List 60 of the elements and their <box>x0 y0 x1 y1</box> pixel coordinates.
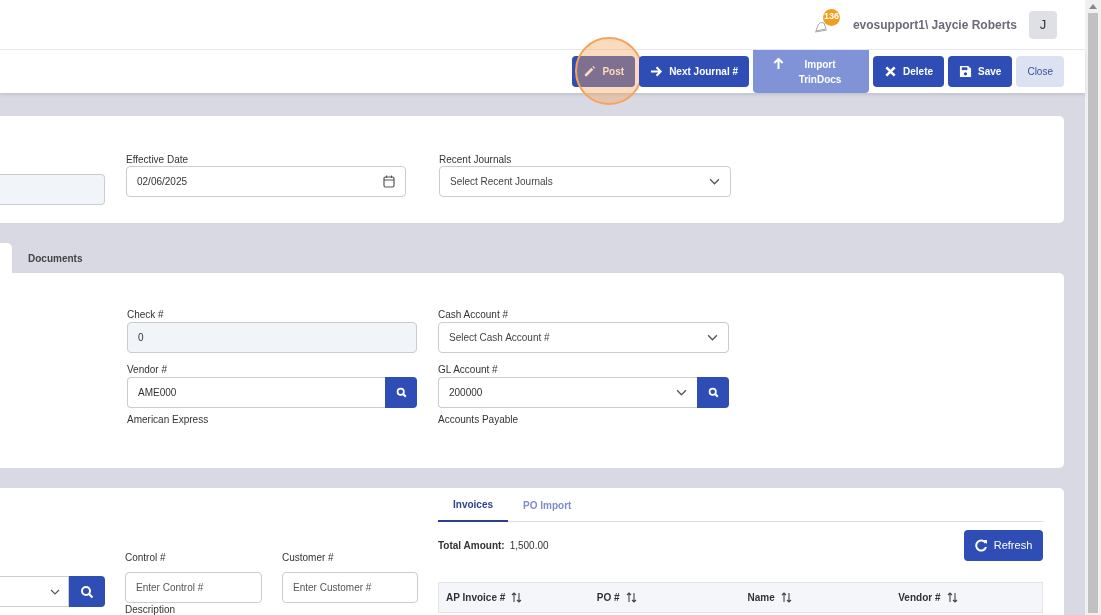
scrollbar-thumb[interactable] <box>1088 13 1098 613</box>
arrow-up-icon <box>772 56 786 70</box>
scroll-up-icon[interactable] <box>1089 4 1097 9</box>
search-button[interactable] <box>69 576 105 607</box>
field-label: Control # <box>125 551 167 564</box>
avatar-button[interactable]: J <box>1029 10 1057 39</box>
refresh-button[interactable]: Refresh <box>964 530 1043 561</box>
select-field[interactable]: Select Cash Account # <box>438 322 729 353</box>
notification-badge: 136 <box>822 8 840 26</box>
field-caption: Accounts Payable <box>438 413 520 426</box>
chevron-down-icon <box>50 588 60 595</box>
select-field[interactable]: Select Recent Journals <box>439 166 731 197</box>
total-value: 1,500.00 <box>509 539 549 553</box>
chevron-down-icon <box>707 334 718 341</box>
input-field[interactable]: Enter Customer # <box>282 572 418 603</box>
column-header[interactable]: Vendor # <box>891 590 1042 605</box>
search-icon <box>395 387 407 398</box>
search-icon <box>707 387 719 398</box>
sort-icon[interactable] <box>780 592 792 603</box>
field-label: Vendor # <box>127 363 169 377</box>
sort-icon[interactable] <box>946 592 958 603</box>
save-button[interactable]: Save <box>948 56 1013 87</box>
field-label: Description <box>125 605 177 615</box>
tab[interactable]: Documents <box>12 243 99 273</box>
select-field[interactable]: 200000 <box>438 377 697 408</box>
search-button[interactable] <box>385 377 417 408</box>
refresh-icon <box>974 539 988 552</box>
chevron-down-icon <box>709 178 720 185</box>
close-button[interactable]: Close <box>1016 56 1064 87</box>
delete-button[interactable]: Delete <box>873 56 945 87</box>
input-field[interactable]: 0 <box>127 322 417 353</box>
calendar-icon[interactable] <box>383 175 395 188</box>
total-label: Total Amount: <box>438 539 505 553</box>
pencil-icon <box>583 65 597 78</box>
field-label: Cash Account # <box>438 308 510 322</box>
field-caption: American Express <box>127 413 210 426</box>
sort-icon[interactable] <box>625 592 637 603</box>
search-icon <box>80 584 94 599</box>
field-label: Recent Journals <box>439 153 513 166</box>
field-label: Customer # <box>282 551 335 564</box>
post-button[interactable]: Post <box>572 56 636 87</box>
next-journal-button[interactable]: Next Journal # <box>639 56 750 87</box>
arrow-right-icon <box>650 65 664 78</box>
field-label: GL Account # <box>438 363 499 377</box>
close-icon <box>884 65 898 78</box>
input-field[interactable]: Enter Control # <box>125 572 262 603</box>
column-header[interactable]: AP Invoice # <box>439 590 590 605</box>
input-field[interactable]: AME000 <box>127 377 385 408</box>
column-header[interactable]: PO # <box>589 590 741 605</box>
chevron-down-icon <box>676 389 687 396</box>
scrollbar[interactable] <box>1085 0 1101 615</box>
sort-icon[interactable] <box>511 592 523 603</box>
column-header[interactable]: Name <box>740 590 892 605</box>
tab[interactable]: Invoices <box>438 488 509 522</box>
user-name[interactable]: evosupport1\ Jaycie Roberts <box>852 15 1017 34</box>
field-label: Effective Date <box>126 153 190 166</box>
search-button[interactable] <box>697 377 729 408</box>
date-field[interactable]: 02/06/2025 <box>126 166 406 197</box>
input-field[interactable] <box>0 174 105 205</box>
field-label: Check # <box>127 308 165 322</box>
